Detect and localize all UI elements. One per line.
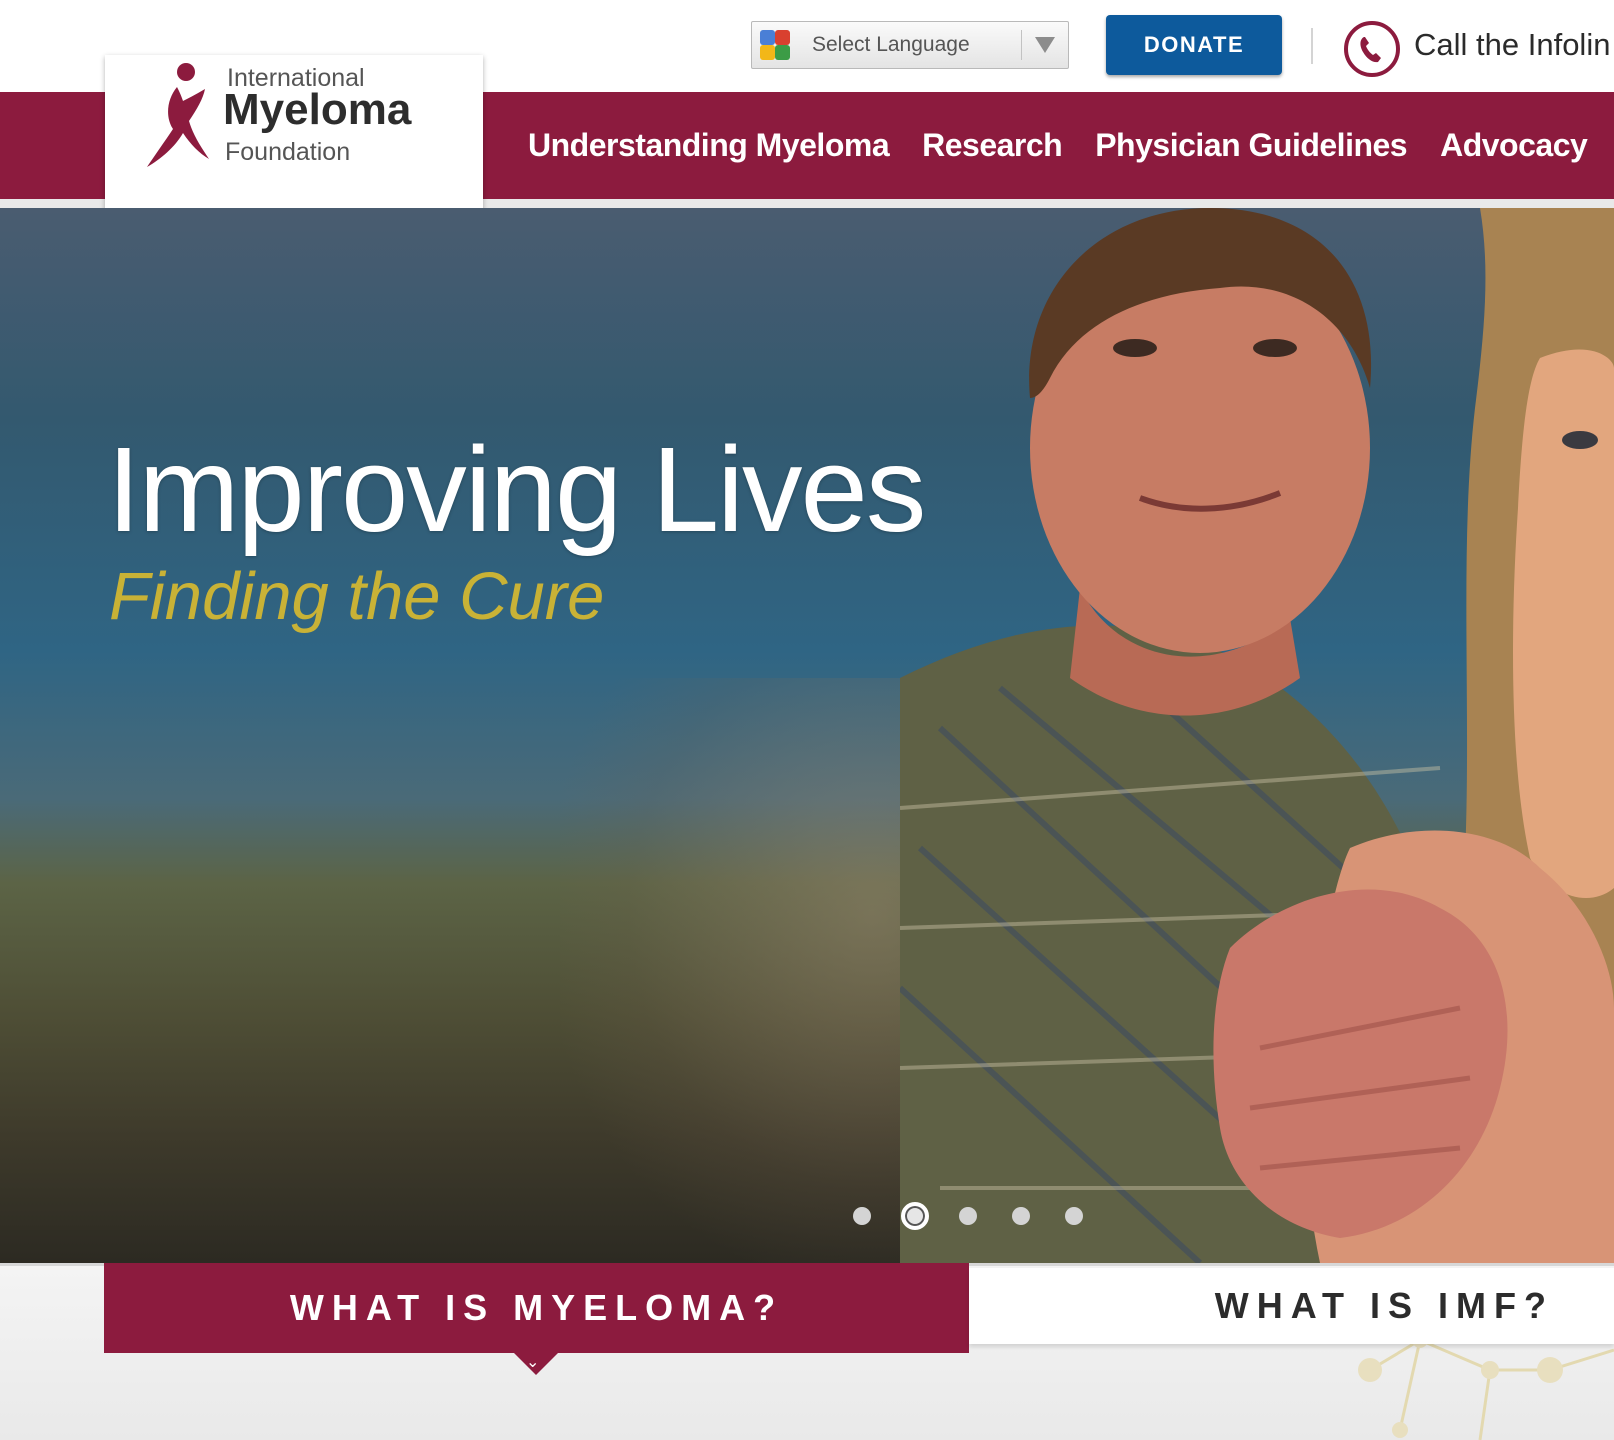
slider-dot-2-active[interactable] <box>901 1202 929 1230</box>
slider-pagination <box>853 1202 1118 1230</box>
nav-item-understanding-myeloma[interactable]: Understanding Myeloma <box>528 127 890 164</box>
nav-item-physician-guidelines[interactable]: Physician Guidelines <box>1095 127 1407 164</box>
chevron-down-icon: ⌄ <box>526 1354 540 1371</box>
logo-text-myeloma: Myeloma <box>223 85 412 134</box>
logo-figure-icon <box>147 63 209 167</box>
language-select[interactable]: Select Language <box>751 21 1069 69</box>
logo[interactable]: International Myeloma Foundation <box>105 55 483 227</box>
tab-what-is-myeloma[interactable]: WHAT IS MYELOMA? <box>104 1263 969 1353</box>
infoline-link[interactable]: Call the Infolin <box>1414 27 1610 63</box>
language-select-label: Select Language <box>812 33 970 56</box>
donate-button[interactable]: DONATE <box>1106 15 1282 75</box>
slider-dot-1[interactable] <box>853 1207 871 1225</box>
hero-title: Improving Lives <box>107 421 926 557</box>
dropdown-arrow-icon[interactable] <box>1022 37 1068 53</box>
hero-couple-photo <box>900 208 1614 1263</box>
logo-text-foundation: Foundation <box>225 138 351 166</box>
google-translate-icon <box>758 28 792 62</box>
utility-divider <box>1311 28 1313 64</box>
nav-item-research[interactable]: Research <box>922 127 1063 164</box>
slider-dot-3[interactable] <box>959 1207 977 1225</box>
tab-what-is-imf[interactable]: WHAT IS IMF? <box>969 1268 1614 1344</box>
phone-icon[interactable] <box>1344 21 1400 77</box>
hero-subtitle: Finding the Cure <box>109 559 605 634</box>
nav-item-advocacy[interactable]: Advocacy <box>1440 127 1588 164</box>
slider-dot-5[interactable] <box>1065 1207 1083 1225</box>
slider-dot-4[interactable] <box>1012 1207 1030 1225</box>
hero-banner: Improving Lives Finding the Cure <box>0 208 1614 1263</box>
